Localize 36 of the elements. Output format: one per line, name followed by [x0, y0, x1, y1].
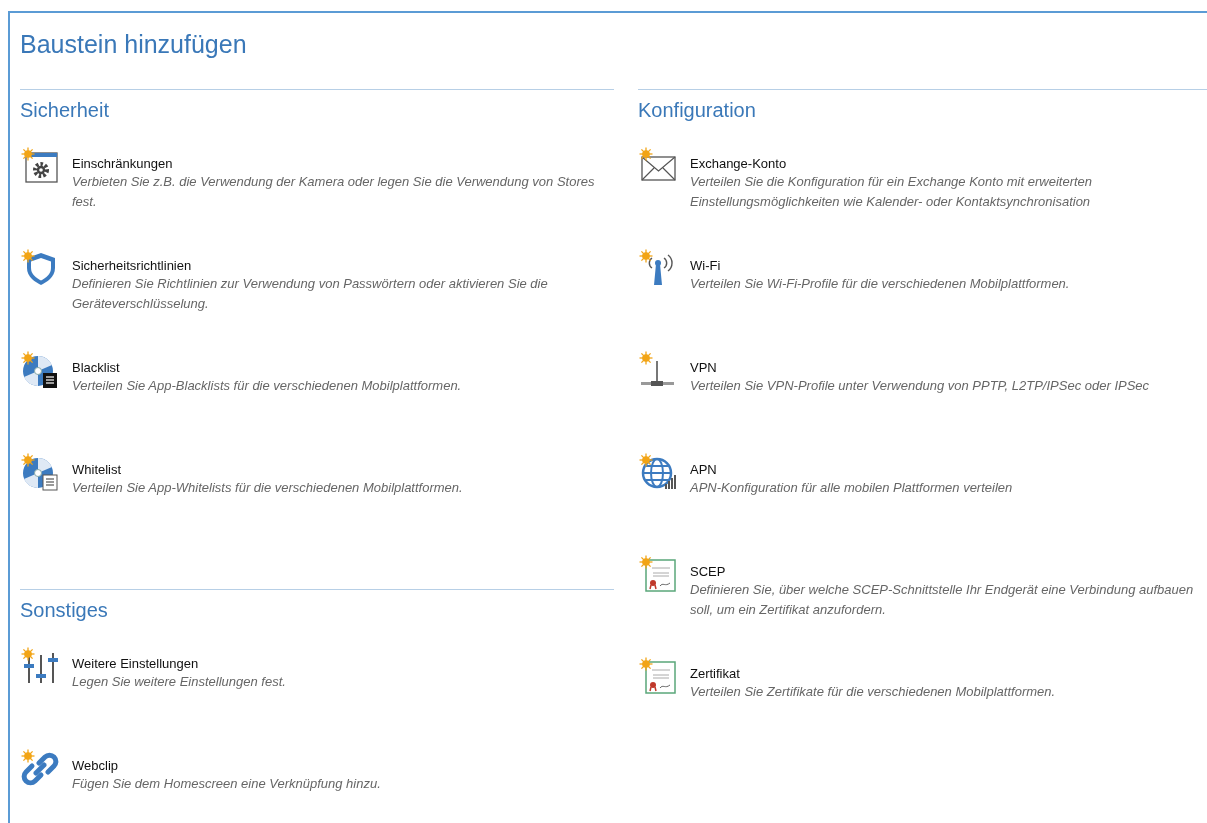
item-description: Legen Sie weitere Einstellungen fest.	[72, 673, 286, 691]
chain-link-icon[interactable]	[21, 749, 59, 787]
section-heading: Konfiguration	[638, 99, 757, 123]
network-icon[interactable]	[639, 351, 677, 389]
item-title[interactable]: VPN	[690, 359, 1150, 376]
item-description: Definieren Sie, über welche SCEP-Schnittstelle Ihr Endgerät eine Verbindung aufbauen soll, um ein Zertifikat anzufordern.	[690, 581, 1195, 619]
item-title[interactable]: Blacklist	[72, 359, 462, 376]
item-title[interactable]: Sicherheitsrichtlinien	[72, 257, 604, 274]
item-description: Verteilen Sie App-Blacklists für die verschiedenen Mobilplattformen.	[72, 377, 462, 395]
certificate-icon[interactable]	[639, 657, 677, 695]
item-title[interactable]: Exchange-Konto	[690, 155, 1197, 172]
section-heading: Sicherheit	[20, 99, 110, 123]
sliders-icon[interactable]	[21, 647, 59, 685]
item-title[interactable]: Wi-Fi	[690, 257, 1070, 274]
item-title[interactable]: Einschränkungen	[72, 155, 604, 172]
disc-list-icon[interactable]	[21, 351, 59, 389]
item-title[interactable]: APN	[690, 461, 1013, 478]
item-title[interactable]: Zertifikat	[690, 665, 1056, 682]
item-description: Verteilen Sie App-Whitelists für die verschiedenen Mobilplattformen.	[72, 479, 463, 497]
item-description: Fügen Sie dem Homescreen eine Verknüpfung hinzu.	[72, 775, 381, 793]
globe-icon[interactable]	[639, 453, 677, 491]
item-description: Definieren Sie Richtlinien zur Verwendung von Passwörtern oder aktivieren Sie die Geräteverschlüsselung.	[72, 275, 549, 313]
item-title[interactable]: Whitelist	[72, 461, 463, 478]
item-description: Verteilen Sie die Konfiguration für ein Exchange Konto mit erweiterten Einstellungsmöglichkeiten wie Kalender- oder Kontaktsynchronisation	[690, 173, 1094, 211]
gear-window-icon[interactable]	[21, 147, 59, 185]
item-description: Verbieten Sie z.B. die Verwendung der Kamera oder legen Sie die Verwendung von Stores fest.	[72, 173, 596, 211]
item-description: APN-Konfiguration für alle mobilen Plattformen verteilen	[690, 479, 1013, 497]
item-description: Verteilen Sie Wi-Fi-Profile für die verschiedenen Mobilplattformen.	[690, 275, 1070, 293]
dialog-title: Baustein hinzufügen	[19, 29, 248, 60]
item-title[interactable]: Weitere Einstellungen	[72, 655, 286, 672]
certificate-icon[interactable]	[639, 555, 677, 593]
item-title[interactable]: SCEP	[690, 563, 1197, 580]
item-description: Verteilen Sie VPN-Profile unter Verwendung von PPTP, L2TP/IPSec oder IPSec	[690, 377, 1150, 395]
item-description: Verteilen Sie Zertifikate für die verschiedenen Mobilplattformen.	[690, 683, 1056, 701]
section-heading: Sonstiges	[20, 599, 109, 623]
item-title[interactable]: Webclip	[72, 757, 381, 774]
